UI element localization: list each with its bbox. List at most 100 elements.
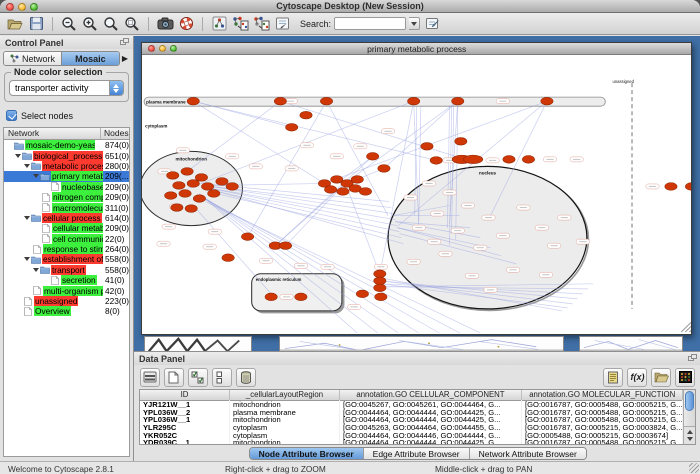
network-node[interactable] <box>374 277 386 285</box>
tree-row-metabolic-process[interactable]: metabolic process280(0) <box>4 161 129 171</box>
tree-row-cellular-process[interactable]: cellular process614(0) <box>4 213 129 223</box>
network-node-wide[interactable] <box>463 155 482 163</box>
network-node[interactable] <box>430 157 442 165</box>
network-node[interactable] <box>208 190 220 198</box>
network-node[interactable] <box>351 176 363 184</box>
network-node[interactable] <box>179 190 191 198</box>
tree-row-nucleobase-[interactable]: nucleobase-209(0) <box>4 182 129 192</box>
network-canvas[interactable]: plasma membranecytoplasmmitochondrionnuc… <box>142 55 691 334</box>
unselect-all-attributes-icon[interactable] <box>212 368 232 387</box>
network-node[interactable] <box>181 168 193 176</box>
network-edge[interactable] <box>193 101 436 160</box>
float-panel-icon[interactable] <box>688 354 697 362</box>
network-node[interactable] <box>274 97 286 105</box>
search-input[interactable] <box>334 17 406 30</box>
control-panel-tab-network[interactable]: Network <box>4 52 61 65</box>
expand-triangle-icon[interactable] <box>15 154 21 158</box>
network-node[interactable] <box>665 183 677 191</box>
tree-row-response-to-stimulu[interactable]: response to stimulu264(0) <box>4 244 129 254</box>
expand-triangle-icon[interactable] <box>33 174 39 178</box>
network-node[interactable] <box>359 188 371 196</box>
snapshot-icon[interactable] <box>156 15 174 33</box>
search-options-icon[interactable] <box>423 15 441 33</box>
tab-edge-attribute-browser[interactable]: Edge Attribute Browser <box>363 448 469 459</box>
table-column-header[interactable]: _cellularLayoutRegion <box>230 390 340 400</box>
tree-row-multi-organism-pro[interactable]: multi-organism pro42(0) <box>4 285 129 295</box>
tree-row-macromolecule[interactable]: macromolecule311(0) <box>4 202 129 212</box>
network-node[interactable] <box>366 153 378 161</box>
tree-col-network[interactable]: Network <box>4 128 101 139</box>
background-window-1[interactable] <box>144 336 252 351</box>
close-button[interactable] <box>6 3 14 11</box>
new-attribute-icon[interactable] <box>164 368 184 387</box>
network-node[interactable] <box>452 97 464 105</box>
scrollbar-thumb[interactable] <box>685 391 694 411</box>
network-node[interactable] <box>165 192 177 200</box>
function-builder-icon[interactable]: f(x) <box>627 368 647 387</box>
tree-row-primary-metabol[interactable]: primary metabol209(... <box>4 171 129 181</box>
network-node[interactable] <box>324 186 336 194</box>
network-node[interactable] <box>375 293 387 301</box>
network-node[interactable] <box>286 123 298 131</box>
zoom-in-icon[interactable] <box>81 15 99 33</box>
tree-row-secretion[interactable]: secretion41(0) <box>4 275 129 285</box>
attribute-editor-icon[interactable] <box>603 368 623 387</box>
tree-row-mosaic-demo-yeast[interactable]: mosaic-demo-yeast874(0) <box>4 140 129 150</box>
network-node[interactable] <box>226 183 238 191</box>
network-node[interactable] <box>374 270 386 278</box>
network-node[interactable] <box>193 195 205 203</box>
tab-overflow-arrow[interactable]: ▶ <box>120 54 130 63</box>
import-attributes-icon[interactable] <box>651 368 671 387</box>
window-resize-grip[interactable] <box>681 322 691 332</box>
network-node[interactable] <box>407 97 419 105</box>
network-node[interactable] <box>222 254 234 262</box>
net-close-button[interactable] <box>148 45 155 52</box>
zoom-window-button[interactable] <box>30 3 38 11</box>
network-node[interactable] <box>187 97 199 105</box>
expand-triangle-icon[interactable] <box>24 164 30 168</box>
tree-row-cellular-metabol[interactable]: cellular metabol209(0) <box>4 223 129 233</box>
network-node[interactable] <box>173 182 185 190</box>
network-view-window[interactable]: primary metabolic process plasma membran… <box>141 42 692 335</box>
tree-row-overview[interactable]: Overview8(0) <box>4 306 129 316</box>
net-zoom-button[interactable] <box>170 45 177 52</box>
help-icon[interactable] <box>177 15 195 33</box>
minimize-button[interactable] <box>18 3 26 11</box>
tree-row-nitrogen-compo[interactable]: nitrogen compo209(0) <box>4 192 129 202</box>
expand-triangle-icon[interactable] <box>24 216 30 220</box>
network-edge[interactable] <box>280 101 461 158</box>
network-node[interactable] <box>185 205 197 213</box>
network-node[interactable] <box>295 293 307 301</box>
table-scrollbar[interactable] <box>683 390 695 444</box>
table-column-header[interactable]: annotation.GO MOLECULAR_FUNCTION <box>522 390 683 400</box>
select-all-attributes-icon[interactable] <box>188 368 208 387</box>
network-node[interactable] <box>421 143 433 151</box>
open-session-icon[interactable] <box>6 15 24 33</box>
annotation-editor-icon[interactable] <box>273 15 291 33</box>
network-node[interactable] <box>265 293 277 301</box>
zoom-fit-icon[interactable] <box>102 15 120 33</box>
tree-row-biological-process[interactable]: biological_process651(0) <box>4 150 129 160</box>
select-attributes-icon[interactable] <box>140 368 160 387</box>
zoom-out-icon[interactable] <box>60 15 78 33</box>
float-panel-icon[interactable] <box>120 38 129 46</box>
table-row-ydr039c__1[interactable]: YDR039C__1mitochondrion[GO:0044464, GO:0… <box>140 439 683 444</box>
delete-attribute-icon[interactable] <box>236 368 256 387</box>
table-column-header[interactable]: ID <box>140 390 230 400</box>
network-node[interactable] <box>320 97 332 105</box>
tree-row-cell-communicat[interactable]: cell communicat22(0) <box>4 234 129 244</box>
network-node[interactable] <box>187 180 199 188</box>
tree-col-nodes[interactable]: Nodes <box>101 128 129 139</box>
network-edge[interactable] <box>193 206 271 294</box>
background-window-3[interactable] <box>579 336 683 351</box>
zoom-selected-region-icon[interactable] <box>123 15 141 33</box>
network-node[interactable] <box>300 111 312 119</box>
tab-node-attribute-browser[interactable]: Node Attribute Browser <box>250 448 363 459</box>
search-dropdown-button[interactable] <box>409 17 420 30</box>
expand-triangle-icon[interactable] <box>33 268 39 272</box>
control-panel-tab-mosaic[interactable]: Mosaic <box>61 52 119 65</box>
select-nodes-checkbox[interactable] <box>6 110 17 121</box>
tab-network-attribute-browser[interactable]: Network Attribute Browser <box>469 448 586 459</box>
network-node[interactable] <box>201 183 213 191</box>
network-node[interactable] <box>685 183 691 191</box>
